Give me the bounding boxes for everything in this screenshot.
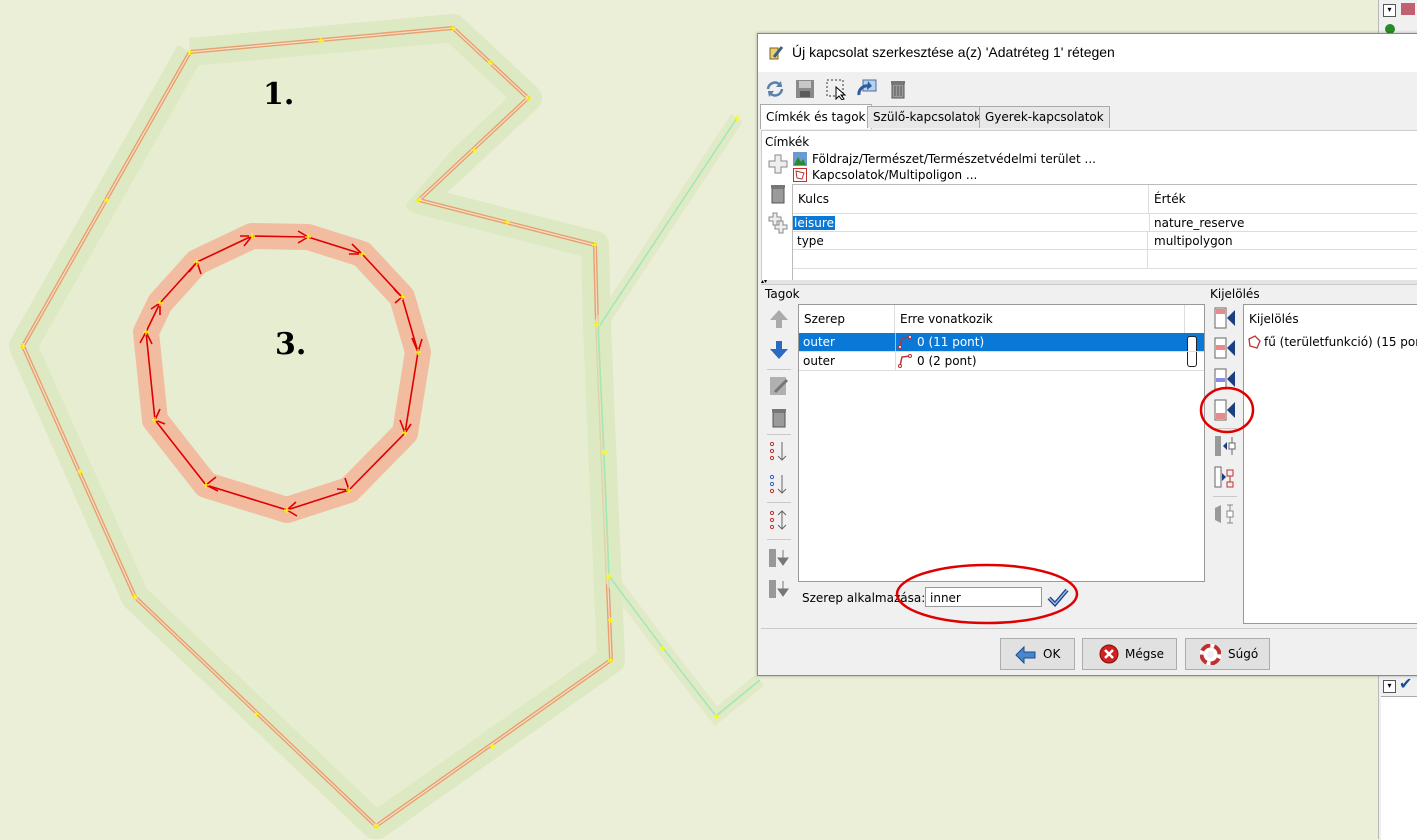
toolbar-separator [767, 369, 791, 370]
preset-link-multipolygon[interactable]: Kapcsolatok/Multipoligon ... [812, 168, 977, 182]
toolbar-separator [767, 434, 791, 435]
collapse-icon[interactable]: ▾ [1383, 4, 1396, 17]
apply-role-check-icon[interactable] [1046, 585, 1070, 609]
relation-editor-dialog: Új kapcsolat szerkesztése a(z) 'Adatréte… [757, 33, 1417, 676]
download-incomplete-icon[interactable] [767, 577, 791, 601]
ok-label: OK [1043, 647, 1061, 661]
pencil-icon [769, 46, 784, 60]
members-table: Szerep Erre vonatkozik outer 0 (11 pont)… [798, 304, 1205, 582]
collapse-icon[interactable]: ▾ [1383, 680, 1396, 693]
area-3-label: 3. [275, 327, 307, 362]
cancel-icon [1099, 644, 1119, 664]
back-arrow-icon [1015, 645, 1036, 665]
column-header-value[interactable]: Érték [1149, 185, 1417, 213]
select-icon[interactable] [825, 78, 847, 100]
layers-icon [1401, 3, 1415, 15]
linkage-indicator [1187, 336, 1197, 352]
zoom-icon[interactable] [856, 78, 878, 100]
role-input[interactable]: inner [925, 587, 1042, 607]
empty-cell[interactable] [793, 250, 1148, 268]
checkmark-icon[interactable]: ✔ [1399, 674, 1412, 693]
area-icon [1248, 335, 1261, 349]
apply-role-label: Szerep alkalmazása: [802, 591, 926, 605]
sort-below-icon[interactable] [767, 472, 791, 496]
refresh-icon[interactable] [764, 78, 786, 100]
toolbar-separator [767, 539, 791, 540]
member-role-cell[interactable]: outer [799, 352, 896, 370]
add-icon[interactable] [766, 152, 790, 176]
member-target-cell[interactable]: 0 (11 pont) [913, 333, 1177, 351]
member-target-cell[interactable]: 0 (2 pont) [913, 352, 1177, 370]
selection-section-label: Kijelölés [1210, 287, 1260, 301]
members-divider [761, 284, 1209, 285]
trash-icon[interactable] [767, 405, 791, 429]
sort-icon[interactable] [767, 439, 791, 463]
cancel-label: Mégse [1125, 647, 1164, 661]
tab-child-relations[interactable]: Gyerek-kapcsolatok [979, 106, 1110, 128]
column-header-selection[interactable]: Kijelölés [1244, 305, 1417, 333]
add-at-end-icon[interactable] [1213, 398, 1237, 422]
table-row[interactable]: fű (területfunkció) (15 pont) [1244, 333, 1417, 351]
linkage-indicator [1187, 352, 1197, 367]
dialog-title: Új kapcsolat szerkesztése a(z) 'Adatréte… [792, 44, 1115, 60]
way-icon [898, 335, 912, 349]
preset-multipolygon-icon [793, 168, 807, 182]
preset-nature-icon [793, 152, 807, 166]
selection-item-cell[interactable]: fű (területfunkció) (15 pont) [1260, 333, 1417, 351]
tag-key-cell[interactable]: type [793, 232, 1148, 250]
tag-value-cell[interactable]: multipolygon [1150, 232, 1417, 250]
trash-icon[interactable] [887, 78, 909, 100]
move-up-icon[interactable] [767, 307, 791, 331]
tab-parent-relations[interactable]: Szülő-kapcsolatok [867, 106, 988, 128]
save-icon[interactable] [794, 78, 816, 100]
paste-tags-icon[interactable] [766, 211, 790, 235]
table-row[interactable]: type multipolygon [793, 231, 1417, 250]
tab-tags-members[interactable]: Címkék és tagok [760, 104, 872, 129]
column-header-refers-to[interactable]: Erre vonatkozik [895, 305, 1185, 333]
button-bar-divider [761, 628, 1417, 629]
help-label: Súgó [1228, 647, 1259, 661]
preset-link-nature-reserve[interactable]: Földrajz/Természet/Természetvédelmi terü… [812, 152, 1096, 166]
remove-selected-icon[interactable] [1213, 434, 1237, 458]
right-panel-top: ▾ [1378, 0, 1417, 35]
way-icon [898, 354, 912, 368]
table-row[interactable]: outer 0 (11 pont) [799, 333, 1204, 352]
download-members-icon[interactable] [767, 546, 791, 570]
select-members-icon[interactable] [1213, 465, 1237, 489]
add-before-icon[interactable] [1213, 336, 1237, 360]
toolbar-separator [1213, 428, 1237, 429]
move-down-icon[interactable] [767, 338, 791, 362]
members-section-label: Tagok [765, 287, 800, 301]
add-at-start-icon[interactable] [1213, 306, 1237, 330]
right-panel-bottom: ▾ ✔ [1378, 674, 1417, 840]
add-after-icon[interactable] [1213, 367, 1237, 391]
ok-button[interactable]: OK [1000, 638, 1075, 670]
table-row[interactable]: outer 0 (2 pont) [799, 351, 1204, 371]
toolbar-separator [767, 502, 791, 503]
bottom-panel-content [1381, 696, 1417, 840]
help-button[interactable]: Súgó [1185, 638, 1270, 670]
table-row-empty[interactable] [793, 249, 1417, 269]
tag-value-cell[interactable]: nature_reserve [1150, 214, 1417, 232]
tags-section-label: Címkék [765, 135, 810, 149]
column-header-key[interactable]: Kulcs [793, 185, 1149, 213]
tags-table: Kulcs Érték leisure nature_reserve type … [792, 184, 1417, 281]
column-header-role[interactable]: Szerep [799, 305, 895, 333]
tag-key-cell[interactable]: leisure [793, 214, 1150, 232]
table-row[interactable]: leisure nature_reserve [793, 213, 1417, 232]
area-1-label: 1. [263, 77, 295, 112]
member-role-cell[interactable]: outer [799, 333, 896, 351]
lifebuoy-icon [1200, 644, 1221, 665]
tag-key-text: leisure [793, 216, 835, 230]
reverse-icon[interactable] [767, 508, 791, 532]
trash-icon[interactable] [766, 181, 790, 205]
toolbar-separator [1213, 496, 1237, 497]
cancel-button[interactable]: Mégse [1082, 638, 1177, 670]
selection-table: Kijelölés fű (területfunkció) (15 pont) [1243, 304, 1417, 624]
edit-member-icon[interactable] [767, 374, 791, 398]
dialog-titlebar[interactable]: Új kapcsolat szerkesztése a(z) 'Adatréte… [758, 34, 1417, 72]
sort-selection-icon[interactable] [1213, 502, 1237, 526]
selection-divider [1209, 284, 1417, 285]
